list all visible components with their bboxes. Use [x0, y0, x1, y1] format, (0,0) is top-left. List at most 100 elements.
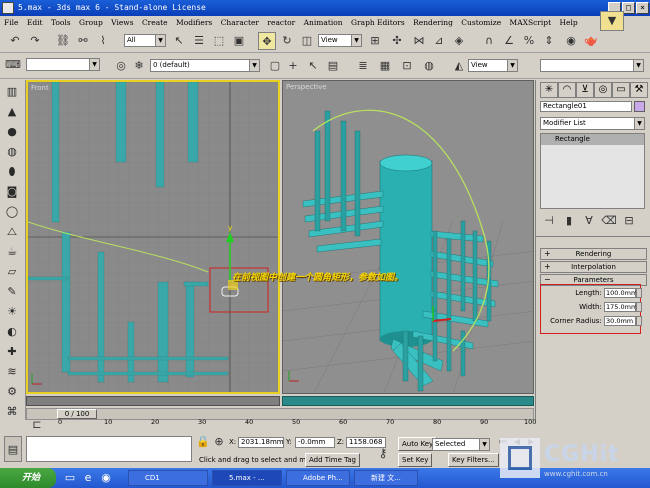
track-view-icon[interactable]: ▦ [376, 57, 394, 75]
perspective-viewport[interactable]: Perspective [282, 80, 534, 394]
show-desktop-icon[interactable]: ▭ [62, 469, 78, 487]
angle-snap-icon[interactable]: ∠ [500, 32, 518, 50]
box-icon[interactable]: ▥ [4, 84, 20, 100]
menu-tools[interactable]: Tools [51, 18, 71, 27]
create-layer-icon[interactable]: ▢ [266, 57, 284, 75]
menu-customize[interactable]: Customize [461, 18, 501, 27]
corner-radius-field[interactable]: 30.0mm [604, 316, 636, 326]
undo-icon[interactable]: ↶ [6, 32, 24, 50]
time-slider-track[interactable]: 0 / 100 [26, 408, 534, 420]
hierarchy-tab-icon[interactable]: ⊻ [576, 82, 594, 98]
task-photoshop[interactable]: Adobe Ph... [286, 470, 350, 486]
add-time-tag-button[interactable]: Add Time Tag [305, 453, 360, 467]
display-tab-icon[interactable]: ▭ [612, 82, 630, 98]
geosphere-icon[interactable]: ◍ [4, 144, 20, 160]
schematic-view-icon[interactable]: ⊡ [398, 57, 416, 75]
cone-icon[interactable]: ▲ [4, 104, 20, 120]
layer-dropdown[interactable]: 0 (default) ▼ [150, 59, 260, 72]
menu-character[interactable]: Character [221, 18, 259, 27]
bind-space-warp-icon[interactable]: ⌇ [94, 32, 112, 50]
object-name-field[interactable]: Rectangle01 [540, 101, 632, 112]
menu-group[interactable]: Group [79, 18, 103, 27]
menu-reactor[interactable]: reactor [267, 18, 295, 27]
redo-icon[interactable]: ↷ [26, 32, 44, 50]
length-field[interactable]: 100.0mm [604, 288, 637, 298]
configure-modifier-sets-icon[interactable]: ⊟ [620, 214, 638, 228]
y-coordinate-field[interactable]: -0.0mm [295, 437, 335, 448]
teapot-icon[interactable]: ☕ [4, 244, 20, 260]
menu-views[interactable]: Views [111, 18, 133, 27]
sphere-icon[interactable]: ● [4, 124, 20, 140]
front-viewport[interactable]: y Front [26, 80, 280, 394]
rendering-rollout[interactable]: + Rendering [540, 248, 647, 260]
select-in-layer-icon[interactable]: ↖ [304, 57, 322, 75]
media-icon[interactable]: ◉ [98, 469, 114, 487]
browser-icon[interactable]: e [80, 469, 96, 487]
link-icon[interactable]: ⛓ [54, 32, 72, 50]
cloth-icon[interactable]: ⌘ [4, 404, 20, 420]
spinner-snap-icon[interactable]: ⇕ [540, 32, 558, 50]
render-scene-icon[interactable]: 🫖 [582, 32, 600, 50]
menu-create[interactable]: Create [142, 18, 168, 27]
shape-icon[interactable]: ✎ [4, 284, 20, 300]
show-end-result-icon[interactable]: ▮ [560, 214, 578, 228]
layer-properties-icon[interactable]: ▤ [324, 57, 342, 75]
create-tab-icon[interactable]: ✳ [540, 82, 558, 98]
key-mode-dropdown[interactable]: Selected ▼ [432, 438, 490, 451]
select-rotate-icon[interactable]: ↻ [278, 32, 296, 50]
start-button[interactable]: 开始 [0, 468, 56, 488]
material-browser-icon[interactable]: ◍ [420, 57, 438, 75]
object-color-swatch[interactable] [634, 101, 645, 112]
select-move-icon[interactable]: ✥ [258, 32, 276, 50]
spacewarp-icon[interactable]: ≋ [4, 364, 20, 380]
select-scale-icon[interactable]: ◫ [298, 32, 316, 50]
x-coordinate-field[interactable]: 2031.18mm [238, 437, 284, 448]
maxscript-listener-icon[interactable]: ▤ [4, 436, 22, 462]
menu-graph-editors[interactable]: Graph Editors [351, 18, 405, 27]
make-unique-icon[interactable]: ∀ [580, 214, 598, 228]
menu-help[interactable]: Help [560, 18, 578, 27]
mirror-icon[interactable]: ⋈ [410, 32, 428, 50]
named-selection-sets-dropdown[interactable]: ▼ [26, 58, 100, 71]
absolute-mode-icon[interactable]: ⊕ [212, 435, 226, 449]
set-key-button[interactable]: Set Key [398, 453, 433, 467]
task-new-document[interactable]: 新建 文... [354, 470, 418, 486]
tube-icon[interactable]: ◙ [4, 184, 20, 200]
stack-item-rectangle[interactable]: Rectangle [541, 134, 644, 145]
plane-icon[interactable]: ▱ [4, 264, 20, 280]
unlink-icon[interactable]: ⚯ [74, 32, 92, 50]
align-icon[interactable]: ⊿ [430, 32, 448, 50]
material-editor-icon[interactable]: ◉ [562, 32, 580, 50]
menu-animation[interactable]: Animation [304, 18, 343, 27]
light-icon[interactable]: ☀ [4, 304, 20, 320]
task-3dsmax[interactable]: 5.max - ... [212, 470, 282, 486]
pivot-center-icon[interactable]: ⊞ [366, 32, 384, 50]
pin-stack-icon[interactable]: ⊣ [540, 214, 558, 228]
corner-radius-spinner[interactable] [636, 316, 642, 326]
render-type-dropdown[interactable]: View ▼ [468, 59, 518, 72]
menu-modifiers[interactable]: Modifiers [176, 18, 212, 27]
perspective-viewport-label[interactable]: Perspective [286, 83, 327, 91]
snaps-toggle-icon[interactable]: ∩ [480, 32, 498, 50]
select-manipulate-icon[interactable]: ✣ [388, 32, 406, 50]
utilities-tab-icon[interactable]: ⚒ [630, 82, 648, 98]
remove-modifier-icon[interactable]: ⌫ [600, 214, 618, 228]
close-button[interactable]: × [636, 2, 649, 14]
menu-maxscript[interactable]: MAXScript [510, 18, 552, 27]
lock-selection-icon[interactable]: 🔒 [196, 435, 210, 449]
menu-file[interactable]: File [4, 18, 18, 27]
cylinder-icon[interactable]: ⬮ [4, 164, 20, 180]
interpolation-rollout[interactable]: + Interpolation [540, 261, 647, 273]
track-bar[interactable]: ⊏ 0 10 20 30 40 50 60 70 80 90 100 [26, 418, 536, 434]
helper-icon[interactable]: ✚ [4, 344, 20, 360]
add-to-layer-icon[interactable]: + [284, 57, 302, 75]
torus-icon[interactable]: ◯ [4, 204, 20, 220]
selection-filter-dropdown[interactable]: All ▼ [124, 34, 166, 47]
render-type-icon[interactable]: ◭ [450, 57, 468, 75]
region-select-icon[interactable]: ⬚ [210, 32, 228, 50]
camera-icon[interactable]: ◐ [4, 324, 20, 340]
modify-tab-icon[interactable]: ◠ [558, 82, 576, 98]
systems-icon[interactable]: ⚙ [4, 384, 20, 400]
layer-manager-icon[interactable]: ≣ [354, 57, 372, 75]
select-by-name-icon[interactable]: ☰ [190, 32, 208, 50]
